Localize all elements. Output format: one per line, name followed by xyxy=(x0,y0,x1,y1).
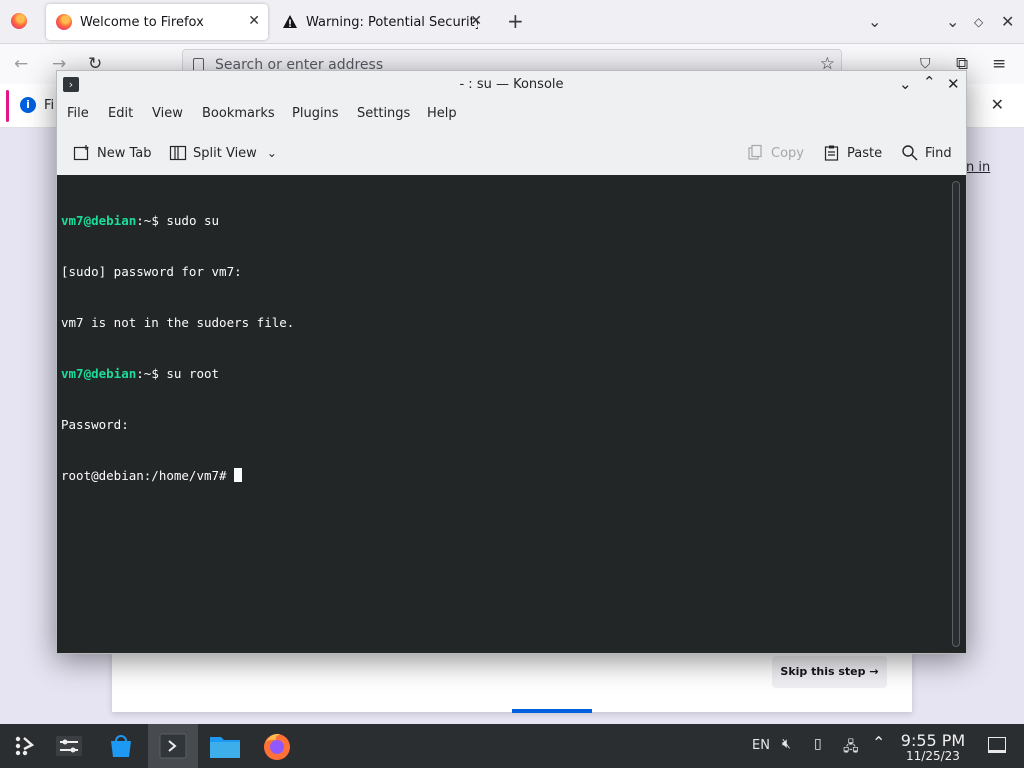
new-tab-icon xyxy=(73,145,89,161)
menu-file[interactable]: File xyxy=(67,106,89,121)
firefox-favicon-icon xyxy=(56,14,72,30)
new-tab-label: New Tab xyxy=(97,145,152,161)
show-desktop-icon[interactable] xyxy=(988,737,1006,753)
close-notification-icon[interactable]: ✕ xyxy=(991,95,1004,114)
onboarding-progress xyxy=(512,709,592,713)
prompt-path: :~$ xyxy=(136,366,167,381)
tab-title: Welcome to Firefox xyxy=(80,14,204,30)
search-icon xyxy=(902,145,918,161)
paste-button[interactable]: Paste xyxy=(823,142,882,164)
tab-welcome-to-firefox[interactable]: Welcome to Firefox ✕ xyxy=(46,4,268,40)
discover-store-icon xyxy=(111,735,131,757)
split-view-button[interactable]: Split View ⌄ xyxy=(169,142,277,164)
konsole-window: › - : su — Konsole ⌄ ⌃ ✕ File Edit View … xyxy=(56,70,967,654)
expand-tray-icon[interactable]: ⌃ xyxy=(872,733,885,752)
close-tab-icon[interactable]: ✕ xyxy=(470,13,482,29)
konsole-icon xyxy=(159,733,187,759)
app-launcher-button[interactable] xyxy=(0,724,50,768)
firefox-icon xyxy=(264,733,290,760)
skip-step-button[interactable]: Skip this step → xyxy=(772,656,887,688)
split-view-label: Split View xyxy=(193,145,257,161)
output-text: Password: xyxy=(61,417,129,432)
output-text: vm7 is not in the sudoers file. xyxy=(61,315,295,330)
minimize-icon[interactable]: ⌄ xyxy=(899,75,912,93)
copy-button[interactable]: Copy xyxy=(747,142,804,164)
prompt-user: vm7@debian xyxy=(61,213,137,228)
scrollbar[interactable] xyxy=(952,181,960,647)
list-all-tabs-icon[interactable]: ⌄ xyxy=(868,12,881,31)
info-icon: i xyxy=(20,97,36,113)
title-bar[interactable]: › - : su — Konsole ⌄ ⌃ ✕ xyxy=(57,71,966,99)
notification-accent xyxy=(6,90,9,122)
close-icon[interactable]: ✕ xyxy=(1001,12,1014,31)
menu-settings[interactable]: Settings xyxy=(357,106,410,121)
keyboard-layout[interactable]: EN xyxy=(752,738,770,753)
taskbar-firefox[interactable] xyxy=(252,724,302,768)
network-icon[interactable]: 🖧︎ xyxy=(843,736,859,760)
taskbar-system-settings[interactable] xyxy=(44,724,94,768)
close-tab-icon[interactable]: ✕ xyxy=(248,13,260,29)
notification-text: Fi xyxy=(44,98,55,113)
onboarding-card: Skip this step → xyxy=(112,648,912,713)
restore-icon[interactable]: ◇ xyxy=(974,15,983,29)
tab-title: Warning: Potential Security xyxy=(306,14,478,30)
clock-date[interactable]: 11/25/23 xyxy=(897,749,969,763)
terminal-line: vm7 is not in the sudoers file. xyxy=(61,314,294,331)
taskbar-discover[interactable] xyxy=(96,724,146,768)
sign-in-link[interactable]: n in xyxy=(966,160,990,175)
tab-security-warning[interactable]: Warning: Potential Security ✕ xyxy=(272,4,490,40)
copy-label: Copy xyxy=(771,145,804,161)
chevron-down-icon[interactable]: ⌄ xyxy=(267,146,277,160)
back-icon[interactable]: ← xyxy=(14,54,28,74)
terminal-view[interactable]: vm7@debian:~$ sudo su [sudo] password fo… xyxy=(57,175,966,653)
terminal-output: vm7@debian:~$ sudo su [sudo] password fo… xyxy=(61,178,294,518)
paste-label: Paste xyxy=(847,145,883,161)
split-view-icon xyxy=(169,145,187,161)
menu-view[interactable]: View xyxy=(152,106,183,121)
app-launcher-icon xyxy=(15,736,35,756)
terminal-line: Password: xyxy=(61,416,294,433)
system-settings-icon xyxy=(56,736,82,756)
menu-icon[interactable]: ≡ xyxy=(992,54,1006,74)
warning-icon xyxy=(283,15,297,28)
find-label: Find xyxy=(925,145,952,161)
clock-time[interactable]: 9:55 PM xyxy=(897,731,969,750)
taskbar-dolphin[interactable] xyxy=(200,724,250,768)
root-prompt: root@debian:/home/vm7# xyxy=(61,468,235,483)
paste-icon xyxy=(824,145,839,161)
toolbar: New Tab Split View ⌄ Copy Paste Find xyxy=(57,137,966,169)
output-text: [sudo] password for vm7: xyxy=(61,264,242,279)
command-text: sudo su xyxy=(166,213,220,228)
command-text: su root xyxy=(166,366,220,381)
new-tab-button[interactable]: New Tab xyxy=(73,142,152,164)
terminal-line: [sudo] password for vm7: xyxy=(61,263,294,280)
firefox-view-icon[interactable] xyxy=(11,13,27,29)
maximize-icon[interactable]: ⌃ xyxy=(923,73,936,91)
close-icon[interactable]: ✕ xyxy=(947,75,960,93)
menu-bar: File Edit View Bookmarks Plugins Setting… xyxy=(57,103,966,127)
plus-icon[interactable]: + xyxy=(507,9,524,33)
prompt-path: :~$ xyxy=(136,213,167,228)
firefox-tab-strip: Welcome to Firefox ✕ Warning: Potential … xyxy=(0,0,1024,44)
text-cursor xyxy=(234,468,243,482)
volume-muted-icon[interactable]: 🔇︎ xyxy=(782,736,791,752)
dolphin-files-icon xyxy=(210,737,240,758)
copy-icon xyxy=(748,144,762,160)
menu-help[interactable]: Help xyxy=(427,106,457,121)
taskbar: EN 🔇︎ ▯ 🖧︎ ⌃ 9:55 PM 11/25/23 xyxy=(0,724,1024,768)
window-title: - : su — Konsole xyxy=(459,77,564,92)
terminal-line: root@debian:/home/vm7# xyxy=(61,467,294,484)
usb-device-icon[interactable]: ▯ xyxy=(814,736,822,752)
menu-plugins[interactable]: Plugins xyxy=(292,106,339,121)
taskbar-konsole[interactable] xyxy=(148,724,198,768)
find-button[interactable]: Find xyxy=(901,142,952,164)
terminal-line: vm7@debian:~$ su root xyxy=(61,365,294,382)
menu-bookmarks[interactable]: Bookmarks xyxy=(202,106,275,121)
minimize-icon[interactable]: ⌄ xyxy=(946,12,959,31)
prompt-user: vm7@debian xyxy=(61,366,137,381)
menu-edit[interactable]: Edit xyxy=(108,106,133,121)
terminal-line: vm7@debian:~$ sudo su xyxy=(61,212,294,229)
